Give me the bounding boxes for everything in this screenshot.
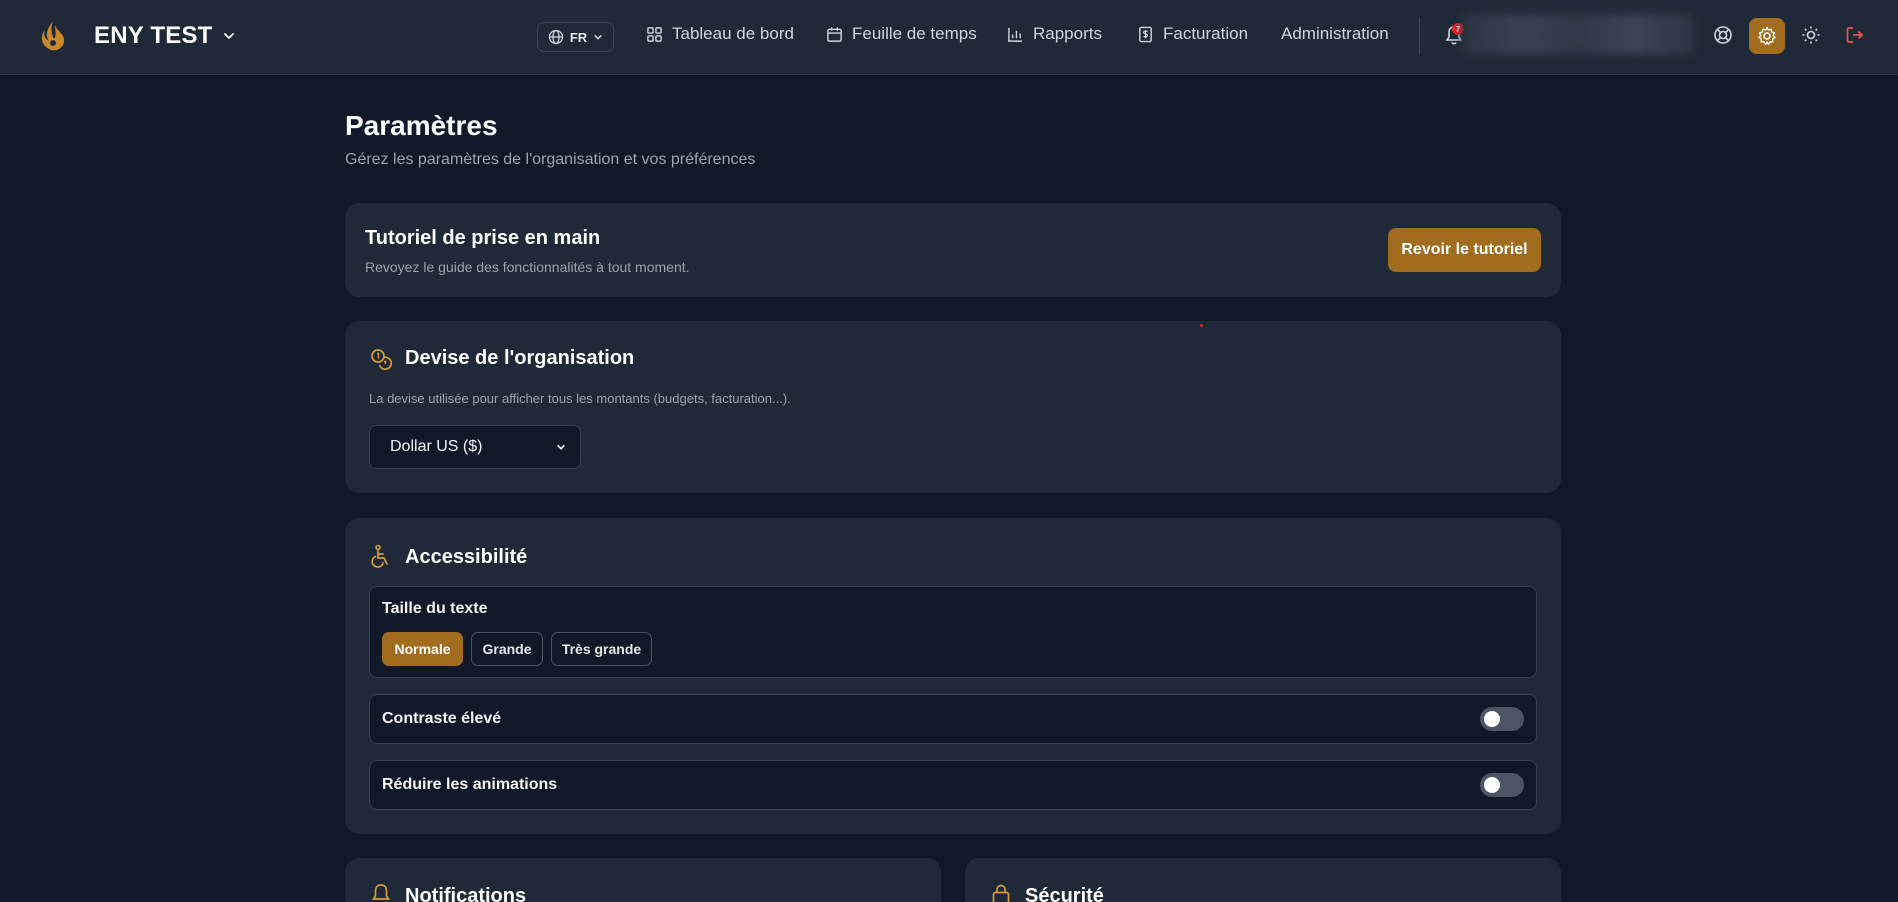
high-contrast-label: Contraste élevé xyxy=(382,710,502,727)
tutorial-description: Revoyez le guide des fonctionnalités à t… xyxy=(365,259,690,275)
chevron-down-icon xyxy=(223,33,234,40)
text-size-normal-button[interactable]: Normale xyxy=(382,632,463,666)
organization-switcher[interactable]: ENY TEST xyxy=(94,22,235,50)
chevron-down-icon xyxy=(557,444,565,450)
logout-button[interactable] xyxy=(1843,23,1867,47)
accessibility-icon xyxy=(371,544,388,568)
high-contrast-toggle[interactable] xyxy=(1480,707,1524,731)
nav-administration-label: Administration xyxy=(1281,24,1389,43)
replay-tutorial-button[interactable]: Revoir le tutoriel xyxy=(1388,228,1541,272)
user-profile-blurred[interactable] xyxy=(1462,14,1694,54)
settings-button[interactable] xyxy=(1749,18,1785,54)
organization-name: ENY TEST xyxy=(94,22,213,49)
currency-selected-value: Dollar US ($) xyxy=(390,438,483,455)
nav-administration[interactable]: Administration xyxy=(1281,24,1389,44)
chevron-down-icon xyxy=(594,34,603,40)
text-size-xlarge-button[interactable]: Très grande xyxy=(551,632,652,666)
text-size-large-button[interactable]: Grande xyxy=(471,632,543,666)
currency-title: Devise de l'organisation xyxy=(405,347,635,369)
header-divider xyxy=(1419,18,1420,54)
bar-chart-icon xyxy=(1008,27,1023,42)
lock-icon xyxy=(992,884,1010,902)
nav-reports[interactable]: Rapports xyxy=(1007,24,1102,44)
notifications-title: Notifications xyxy=(405,885,527,902)
toggle-knob xyxy=(1484,777,1500,793)
accessibility-title: Accessibilité xyxy=(405,546,528,568)
currency-description: La devise utilisée pour afficher tous le… xyxy=(369,391,791,406)
nav-billing[interactable]: Facturation xyxy=(1137,24,1248,44)
security-title: Sécurité xyxy=(1025,885,1104,902)
sun-icon xyxy=(1802,26,1820,44)
lifebuoy-icon xyxy=(1714,26,1732,44)
red-dot-marker xyxy=(1200,324,1203,327)
company-logo[interactable] xyxy=(30,14,76,60)
gear-icon xyxy=(1758,26,1776,45)
theme-toggle-button[interactable] xyxy=(1799,23,1823,47)
reduce-motion-row: Réduire les animations xyxy=(369,760,1537,810)
reduce-motion-toggle[interactable] xyxy=(1480,773,1524,797)
notifications-card: Notifications xyxy=(345,858,941,902)
coins-icon xyxy=(371,349,393,371)
globe-icon xyxy=(548,29,563,45)
page-title: Paramètres xyxy=(345,110,498,141)
nav-timesheet-label: Feuille de temps xyxy=(852,24,977,43)
text-size-group: Taille du texte Normale Grande Très gran… xyxy=(369,586,1537,678)
flame-logo-icon xyxy=(41,21,65,51)
page-subtitle: Gérez les paramètres de l'organisation e… xyxy=(345,151,756,168)
reduce-motion-label: Réduire les animations xyxy=(382,776,558,793)
nav-reports-label: Rapports xyxy=(1033,24,1102,43)
logout-icon xyxy=(1846,27,1864,43)
security-card: Sécurité xyxy=(965,858,1561,902)
tutorial-card: Tutoriel de prise en main Revoyez le gui… xyxy=(345,203,1561,297)
calendar-icon xyxy=(827,26,842,42)
nav-timesheet[interactable]: Feuille de temps xyxy=(826,24,977,44)
currency-select[interactable]: Dollar US ($) xyxy=(369,425,581,469)
tutorial-title: Tutoriel de prise en main xyxy=(365,227,601,249)
text-size-label: Taille du texte xyxy=(382,600,488,617)
invoice-icon xyxy=(1139,26,1152,42)
nav-dashboard[interactable]: Tableau de bord xyxy=(646,24,794,44)
bell-icon xyxy=(371,884,391,900)
grid-icon xyxy=(647,26,662,42)
high-contrast-row: Contraste élevé xyxy=(369,694,1537,744)
nav-dashboard-label: Tableau de bord xyxy=(672,24,794,43)
nav-billing-label: Facturation xyxy=(1163,24,1249,43)
language-selector[interactable]: FR xyxy=(537,22,614,52)
toggle-knob xyxy=(1484,711,1500,727)
language-code: FR xyxy=(569,29,588,45)
top-navigation-bar: ENY TEST FR Tableau de bord Feuille de t… xyxy=(0,0,1898,75)
help-button[interactable] xyxy=(1711,23,1735,47)
